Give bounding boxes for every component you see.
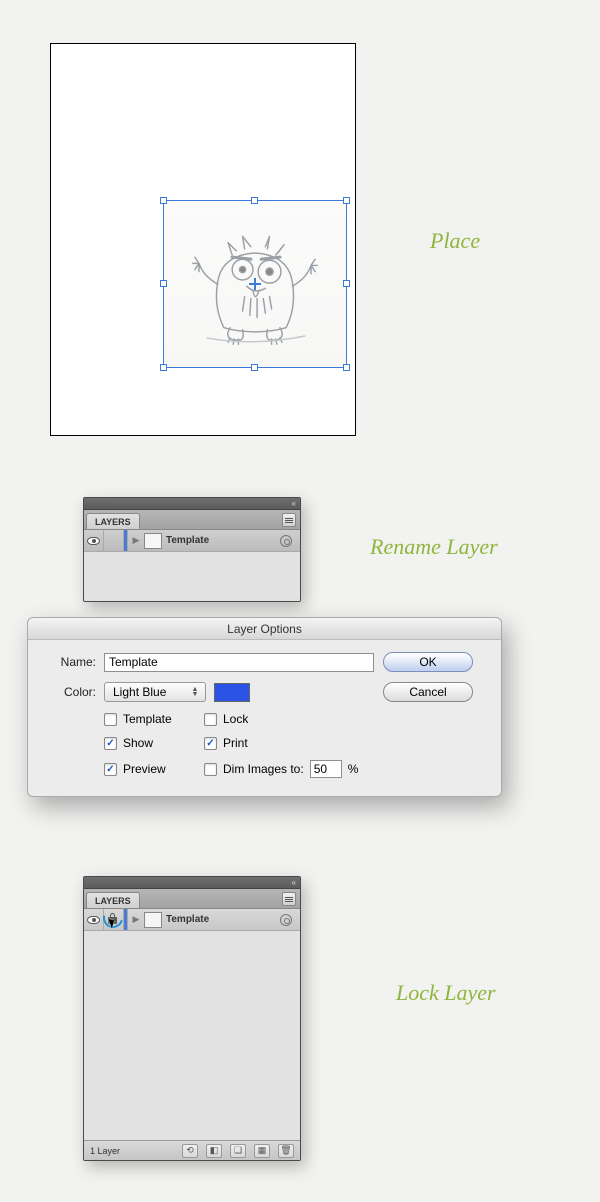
checkbox-checked-icon: ✓ xyxy=(104,737,117,750)
new-layer-button[interactable]: ▦ xyxy=(254,1144,270,1158)
delete-layer-button[interactable]: 🗑 xyxy=(278,1144,294,1158)
dim-percent: % xyxy=(348,762,359,776)
layer-row[interactable]: ▶ Template xyxy=(84,530,300,552)
locate-object-button[interactable]: ⟲ xyxy=(182,1144,198,1158)
resize-handle[interactable] xyxy=(160,280,167,287)
layer-options-dialog: Layer Options Name: OK Color: Light Blue… xyxy=(27,617,502,797)
resize-handle[interactable] xyxy=(160,197,167,204)
name-input[interactable] xyxy=(104,653,374,672)
dim-checkbox[interactable]: Dim Images to: xyxy=(204,762,304,776)
checkbox-checked-icon: ✓ xyxy=(204,737,217,750)
make-clipping-button[interactable]: ◧ xyxy=(206,1144,222,1158)
checkbox-checked-icon: ✓ xyxy=(104,763,117,776)
disclosure-triangle-icon[interactable]: ▶ xyxy=(128,535,144,546)
eye-icon xyxy=(87,537,100,545)
label-place: Place xyxy=(430,228,480,254)
layer-thumbnail xyxy=(144,912,162,928)
layer-count: 1 Layer xyxy=(90,1146,120,1156)
resize-handle[interactable] xyxy=(251,197,258,204)
ok-button[interactable]: OK xyxy=(383,652,473,672)
visibility-toggle[interactable] xyxy=(84,909,104,930)
layer-thumbnail xyxy=(144,533,162,549)
panel-header[interactable]: « xyxy=(84,498,300,510)
panel-menu-button[interactable] xyxy=(282,513,296,527)
dim-input[interactable] xyxy=(310,760,342,778)
panel-body xyxy=(84,931,300,1140)
select-arrows-icon: ▲▼ xyxy=(189,687,201,697)
collapse-icon[interactable]: « xyxy=(292,878,296,887)
lock-checkbox[interactable]: Lock xyxy=(204,712,375,726)
resize-handle[interactable] xyxy=(343,197,350,204)
layers-panel: « LAYERS ▶ Template xyxy=(83,497,301,602)
eye-icon xyxy=(87,916,100,924)
resize-handle[interactable] xyxy=(343,364,350,371)
checkbox-icon xyxy=(204,713,217,726)
layer-row[interactable]: ▶ Template xyxy=(84,909,300,931)
dialog-title: Layer Options xyxy=(28,618,501,640)
color-select-value: Light Blue xyxy=(113,685,166,699)
tab-layers[interactable]: LAYERS xyxy=(86,513,140,529)
resize-handle[interactable] xyxy=(160,364,167,371)
panel-tabs: LAYERS xyxy=(84,889,300,909)
collapse-icon[interactable]: « xyxy=(292,499,296,508)
panel-footer: 1 Layer ⟲ ◧ ❏ ▦ 🗑 xyxy=(84,1140,300,1160)
panel-body xyxy=(84,552,300,601)
visibility-toggle[interactable] xyxy=(84,530,104,551)
artboard xyxy=(50,43,356,436)
lock-toggle[interactable] xyxy=(104,530,124,551)
panel-menu-button[interactable] xyxy=(282,892,296,906)
resize-handle[interactable] xyxy=(343,280,350,287)
lock-toggle[interactable] xyxy=(104,909,124,930)
tab-layers[interactable]: LAYERS xyxy=(86,892,140,908)
checkbox-icon xyxy=(104,713,117,726)
placed-image-bounding-box[interactable] xyxy=(163,200,347,368)
color-select[interactable]: Light Blue ▲▼ xyxy=(104,682,206,702)
target-icon[interactable] xyxy=(280,914,292,926)
show-checkbox[interactable]: ✓Show xyxy=(104,736,204,750)
checkbox-icon xyxy=(204,763,217,776)
template-checkbox[interactable]: Template xyxy=(104,712,204,726)
color-label: Color: xyxy=(42,685,96,699)
layer-name-label[interactable]: Template xyxy=(166,535,280,546)
disclosure-triangle-icon[interactable]: ▶ xyxy=(128,914,144,925)
panel-tabs: LAYERS xyxy=(84,510,300,530)
layers-panel: « LAYERS ▶ Template 1 Layer ⟲ ◧ ❏ ▦ 🗑 xyxy=(83,876,301,1161)
print-checkbox[interactable]: ✓Print xyxy=(204,736,375,750)
center-cross-icon xyxy=(249,278,261,290)
resize-handle[interactable] xyxy=(251,364,258,371)
new-sublayer-button[interactable]: ❏ xyxy=(230,1144,246,1158)
target-icon[interactable] xyxy=(280,535,292,547)
label-rename: Rename Layer xyxy=(370,534,498,560)
label-lock: Lock Layer xyxy=(396,980,496,1006)
panel-header[interactable]: « xyxy=(84,877,300,889)
layer-name-label[interactable]: Template xyxy=(166,914,280,925)
cancel-button[interactable]: Cancel xyxy=(383,682,473,702)
preview-checkbox[interactable]: ✓Preview xyxy=(104,760,204,778)
color-swatch[interactable] xyxy=(214,683,250,702)
name-label: Name: xyxy=(42,655,96,669)
